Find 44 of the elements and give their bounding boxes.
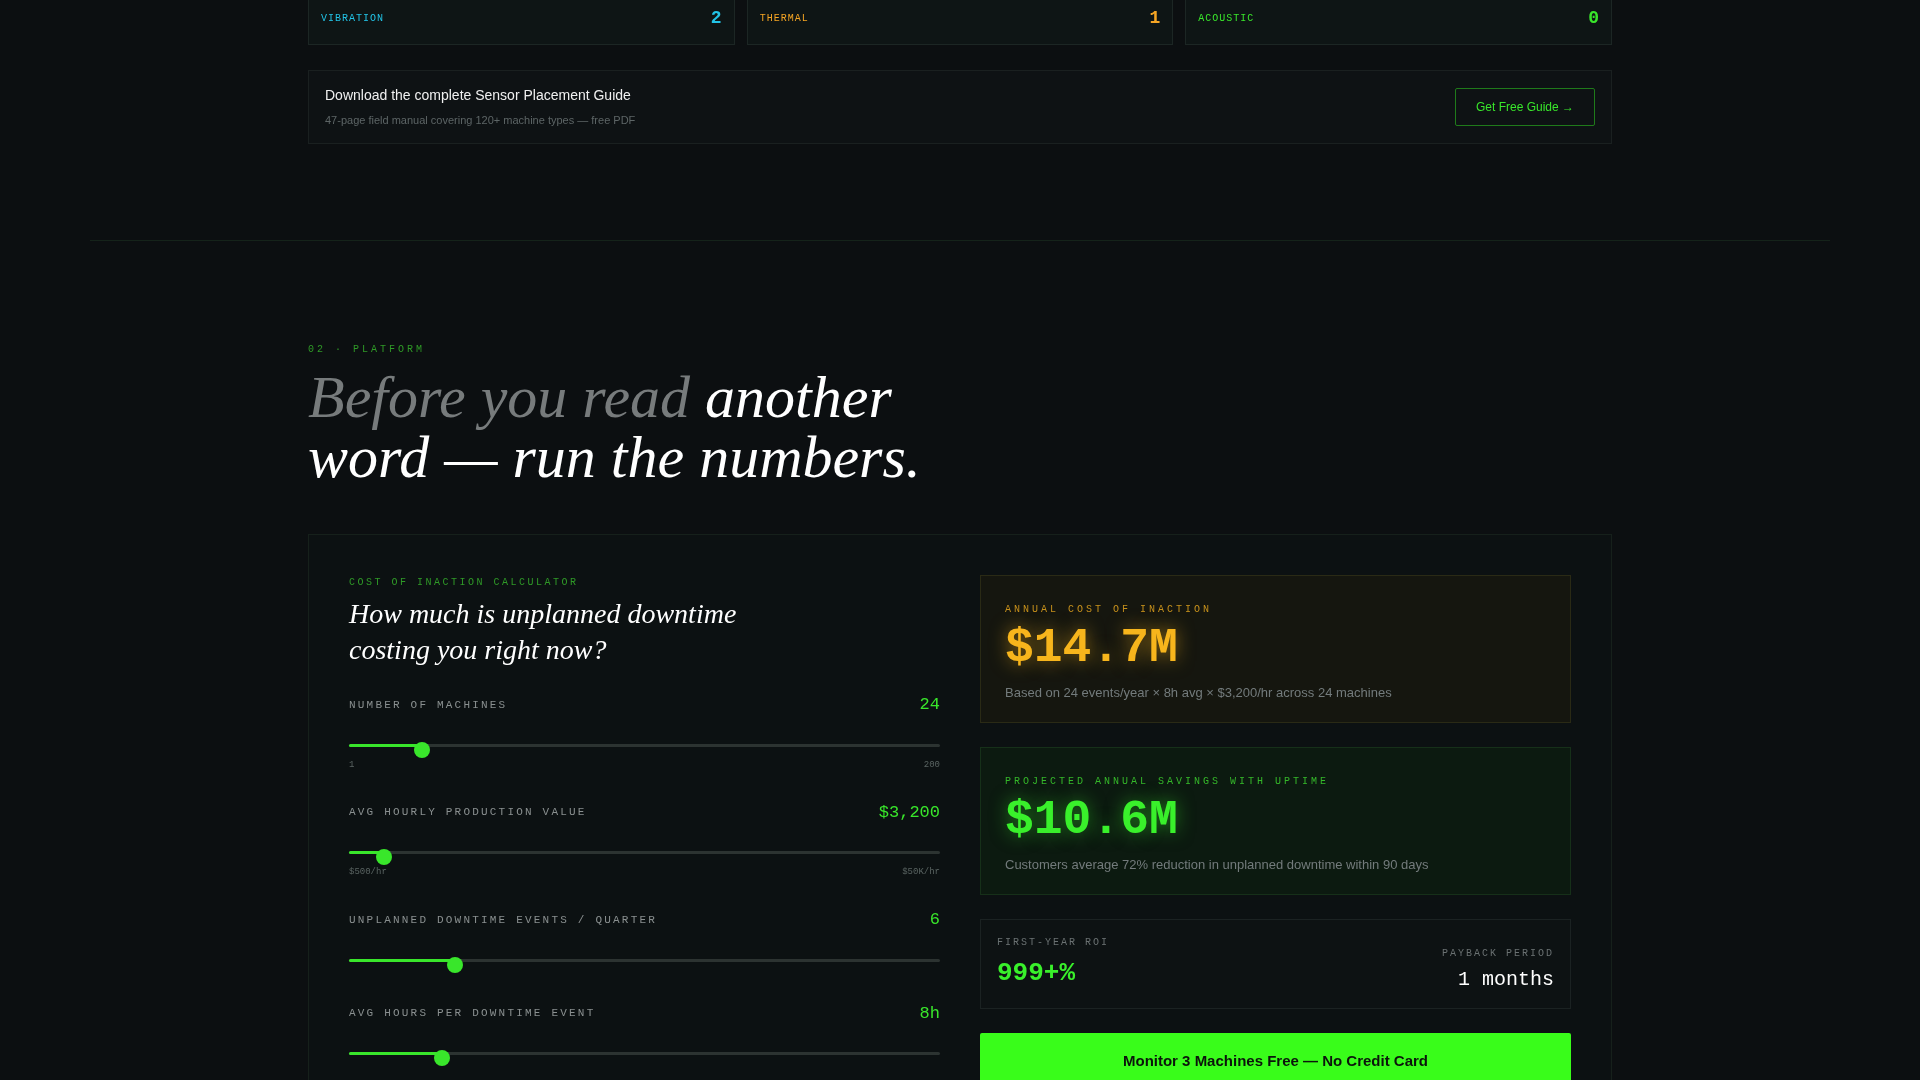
slider-label: AVG HOURLY PRODUCTION VALUE xyxy=(349,805,587,820)
slider-min-label: $500/hr xyxy=(349,866,387,879)
slider-thumb[interactable] xyxy=(447,956,464,973)
slider-value: 8h xyxy=(919,1002,940,1025)
slider-thumb[interactable] xyxy=(433,1050,450,1066)
slider[interactable] xyxy=(349,956,940,973)
result-label: PROJECTED ANNUAL SAVINGS WITH UPTIME xyxy=(1005,775,1331,789)
roi-value: 999+% xyxy=(997,957,1076,990)
result-label: ANNUAL COST OF INACTION xyxy=(1005,603,1214,617)
slider[interactable] xyxy=(349,741,940,758)
roi-label: FIRST-YEAR ROI xyxy=(997,936,1109,950)
slider-value: 24 xyxy=(919,694,940,716)
slider-max-label: $50K/hr xyxy=(902,866,940,879)
slider-label: UNPLANNED DOWNTIME EVENTS / QUARTER xyxy=(349,912,658,928)
calculator-eyebrow: COST OF INACTION CALCULATOR xyxy=(349,576,580,590)
banner-subtitle: 47-page field manual covering 120+ machine types — free PDF xyxy=(325,113,636,129)
slider[interactable] xyxy=(349,1050,940,1066)
result-note: Based on 24 events/year × 8h avg × $3,200/hr across 24 machines xyxy=(1005,684,1393,702)
slider-thumb[interactable] xyxy=(376,849,393,865)
sensor-count: 2 xyxy=(710,6,722,30)
slider[interactable] xyxy=(349,849,940,865)
slider-label: NUMBER OF MACHINES xyxy=(349,697,508,713)
headline: Before you read another word — run the numbers. xyxy=(308,367,922,487)
cta-button[interactable]: Monitor 3 Machines Free — No Credit Card xyxy=(980,1033,1571,1080)
slider-thumb[interactable] xyxy=(414,741,431,758)
slider-min-label: 1 xyxy=(349,758,355,772)
get-guide-button[interactable]: Get Free Guide → xyxy=(1454,88,1595,126)
slider-value: 6 xyxy=(929,909,940,931)
payback-value: 1 months xyxy=(1458,966,1554,993)
section-eyebrow: 02 · PLATFORM xyxy=(308,343,426,357)
result-note: Customers average 72% reduction in unplanned downtime within 90 days xyxy=(1005,856,1430,874)
calculator-title: How much is unplanned downtime costing you right now? xyxy=(349,597,738,667)
banner-title: Download the complete Sensor Placement Guide xyxy=(325,86,632,106)
sensor-label: THERMAL xyxy=(759,11,809,26)
sensor-label: VIBRATION xyxy=(321,11,384,26)
sensor-count: 1 xyxy=(1149,6,1161,30)
result-value: $10.6M xyxy=(1005,793,1179,847)
result-value: $14.7M xyxy=(1005,621,1179,675)
payback-label: PAYBACK PERIOD xyxy=(1442,946,1554,961)
sensor-count: 0 xyxy=(1588,6,1599,30)
slider-value: $3,200 xyxy=(878,801,940,824)
sensor-label: ACOUSTIC xyxy=(1198,11,1255,26)
slider-label: AVG HOURS PER DOWNTIME EVENT xyxy=(349,1006,596,1021)
slider-max-label: 200 xyxy=(923,758,940,772)
